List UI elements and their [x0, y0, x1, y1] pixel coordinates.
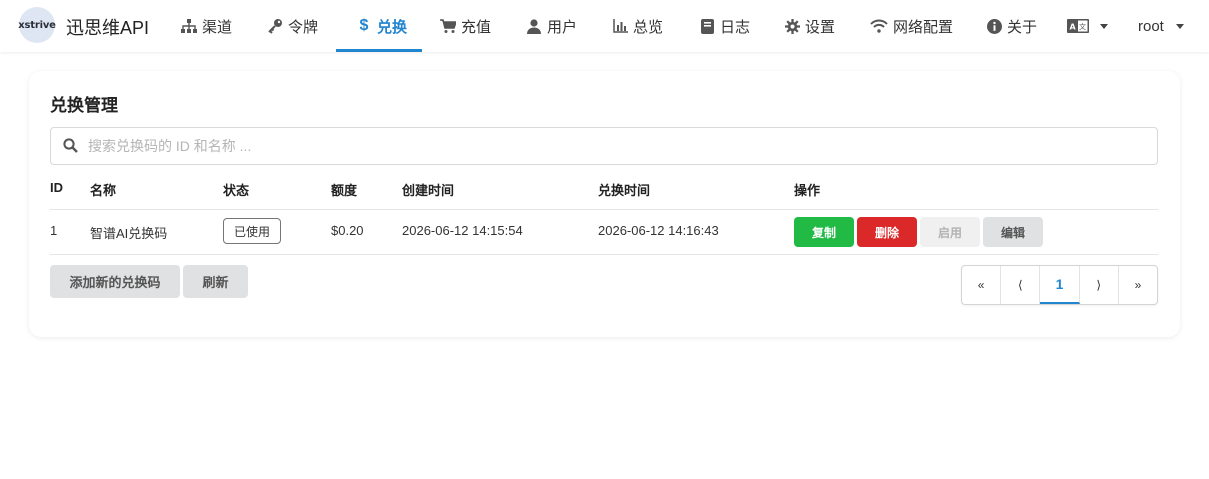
cell-redeemed-time: 2026-06-12 14:16:43	[598, 223, 719, 238]
nav-item-topup[interactable]: 充值	[440, 0, 491, 52]
nav-item-logs[interactable]: 日志	[699, 0, 750, 52]
column-header-id[interactable]: ID	[50, 180, 63, 195]
edit-button[interactable]: 编辑	[983, 217, 1043, 247]
copy-button[interactable]: 复制	[794, 217, 854, 247]
nav-label: 设置	[805, 18, 836, 36]
current-page[interactable]: 1	[1040, 266, 1080, 304]
row-divider	[50, 254, 1158, 255]
delete-button[interactable]: 删除	[857, 217, 917, 247]
nav-item-settings[interactable]: 设置	[784, 0, 835, 52]
logo-text: xstrive	[18, 19, 56, 31]
svg-text:文: 文	[1079, 22, 1086, 31]
book-icon	[699, 18, 715, 34]
cart-icon	[440, 18, 456, 34]
cell-quota: $0.20	[331, 223, 364, 238]
nav-label: 充值	[461, 18, 492, 36]
page-title: 兑换管理	[50, 96, 118, 115]
user-name: root	[1138, 17, 1164, 35]
column-header-redeemed[interactable]: 兑换时间	[598, 180, 650, 199]
search-box[interactable]	[50, 127, 1158, 165]
redeem-management-card: 兑换管理 ID 名称 状态 额度 创建时间 兑换时间 操作 1 智谱AI兑换码 …	[29, 71, 1180, 337]
user-menu[interactable]: root	[1138, 0, 1184, 52]
svg-text:A: A	[1070, 23, 1077, 32]
active-tab-indicator	[336, 49, 422, 52]
sitemap-icon	[181, 18, 197, 34]
nav-label: 令牌	[288, 18, 319, 36]
user-icon	[526, 18, 542, 34]
status-badge: 已使用	[223, 218, 281, 244]
nav-label: 总览	[633, 18, 664, 36]
search-input[interactable]	[88, 138, 1157, 154]
nav-label: 网络配置	[893, 18, 954, 36]
column-header-name[interactable]: 名称	[90, 180, 116, 199]
column-header-created[interactable]: 创建时间	[402, 180, 454, 199]
nav-label: 关于	[1007, 18, 1038, 36]
app-brand[interactable]: 迅思维API	[66, 14, 149, 40]
nav-item-network[interactable]: 网络配置	[869, 0, 953, 52]
first-page-button[interactable]: «	[962, 266, 1002, 304]
translate-icon: A文	[1066, 18, 1090, 34]
nav-label: 日志	[720, 18, 751, 36]
prev-page-button[interactable]: ⟨	[1001, 266, 1041, 304]
nav-item-overview[interactable]: 总览	[612, 0, 663, 52]
bar-chart-icon	[612, 18, 628, 34]
enable-button: 启用	[920, 217, 980, 247]
column-header-quota[interactable]: 额度	[331, 180, 357, 199]
key-icon	[267, 18, 283, 34]
info-icon	[986, 18, 1002, 34]
search-icon	[63, 138, 79, 154]
nav-item-tokens[interactable]: 令牌	[267, 0, 318, 52]
cell-created-time: 2026-06-12 14:15:54	[402, 223, 523, 238]
nav-item-about[interactable]: 关于	[986, 0, 1037, 52]
top-navbar: xstrive 迅思维API 渠道 令牌 $ 兑换 充值 用户 总览 日志 设置…	[0, 0, 1209, 52]
header-divider	[50, 209, 1158, 210]
language-dropdown[interactable]: A文	[1066, 0, 1108, 52]
nav-item-users[interactable]: 用户	[526, 0, 577, 52]
gear-icon	[784, 18, 800, 34]
wifi-icon	[869, 18, 888, 34]
column-header-status[interactable]: 状态	[223, 180, 249, 199]
nav-label: 渠道	[202, 18, 233, 36]
next-page-button[interactable]: ⟩	[1080, 266, 1119, 304]
nav-item-channels[interactable]: 渠道	[181, 0, 232, 52]
dollar-icon: $	[359, 17, 369, 34]
chevron-down-icon	[1175, 23, 1184, 29]
cell-id: 1	[50, 223, 58, 238]
last-page-button[interactable]: »	[1119, 266, 1157, 304]
refresh-button[interactable]: 刷新	[183, 265, 248, 298]
nav-label: 兑换	[377, 18, 408, 36]
nav-item-redeem[interactable]: $ 兑换	[356, 0, 407, 52]
chevron-down-icon	[1100, 23, 1108, 29]
nav-label: 用户	[547, 18, 578, 36]
app-logo[interactable]: xstrive	[18, 7, 56, 43]
column-header-actions: 操作	[794, 183, 821, 198]
cell-name: 智谱AI兑换码	[90, 226, 168, 241]
pagination: « ⟨ 1 ⟩ »	[961, 265, 1158, 305]
add-redeem-code-button[interactable]: 添加新的兑换码	[50, 265, 180, 298]
